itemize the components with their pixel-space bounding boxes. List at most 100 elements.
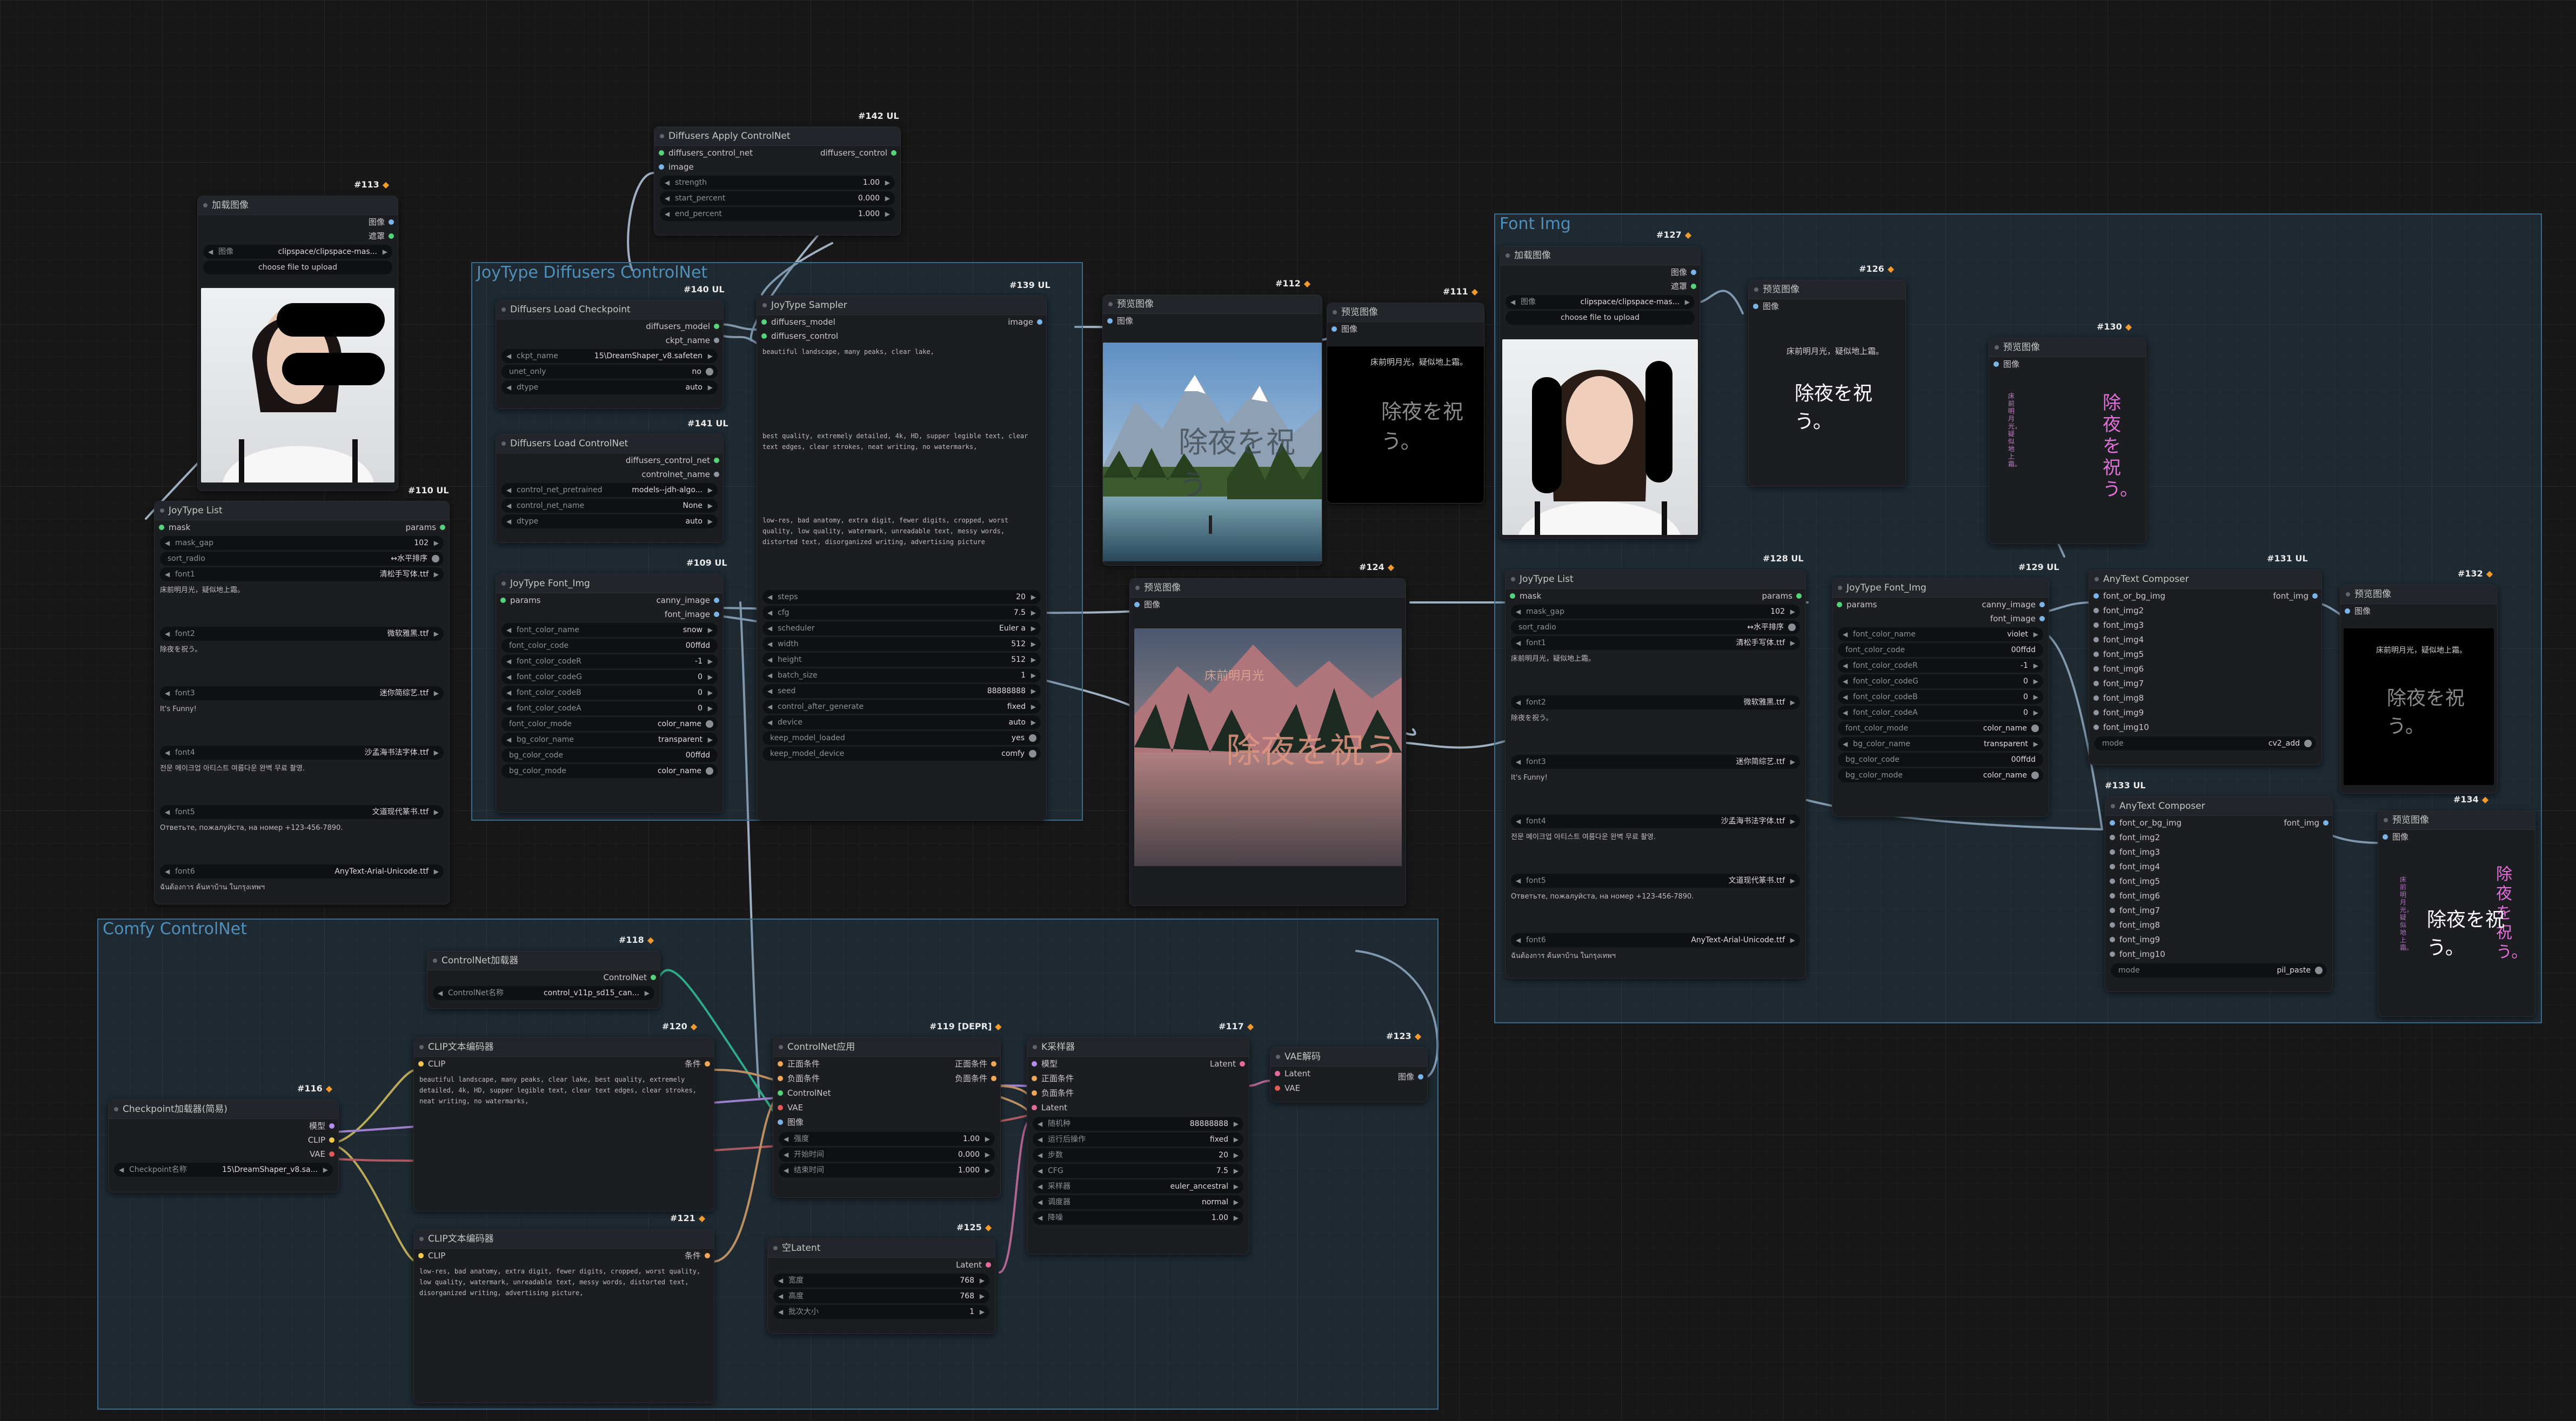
node-title[interactable]: Checkpoint加载器(简易): [109, 1100, 338, 1119]
scheduler-select[interactable]: ◀ 调度器 normal ▶: [1033, 1195, 1243, 1209]
input-diffusers-control-net[interactable]: diffusers_control_net: [654, 146, 753, 160]
node-title[interactable]: 预览图像: [1749, 280, 1905, 299]
output-vae[interactable]: VAE: [109, 1147, 338, 1161]
output-params[interactable]: params: [406, 520, 450, 534]
input-image[interactable]: 图像: [1749, 299, 1905, 313]
node-title[interactable]: 空Latent: [768, 1239, 995, 1258]
input-image[interactable]: 图像: [1989, 357, 2146, 371]
output-mask[interactable]: 遮罩: [198, 229, 398, 243]
keep-model-device-toggle[interactable]: keep_model_device comfy: [762, 747, 1041, 761]
output-positive[interactable]: 正面条件: [955, 1057, 1000, 1071]
input-font-img4[interactable]: font_img4: [2105, 860, 2332, 874]
output-latent[interactable]: Latent: [1210, 1057, 1249, 1071]
width-stepper[interactable]: ◀ 宽度 768 ▶: [773, 1273, 989, 1288]
input-font-img9[interactable]: font_img9: [2105, 933, 2332, 947]
node-title[interactable]: 预览图像: [1103, 295, 1322, 314]
font-color-code-field[interactable]: font_color_code 00ffdd: [1838, 643, 2043, 657]
node-preview-134[interactable]: 预览图像 图像 床前明月光，疑似地上霜。 除夜を祝う。 除夜を祝う。: [2378, 810, 2535, 1017]
font-color-code-field[interactable]: font_color_code 00ffdd: [501, 639, 718, 653]
output-mask[interactable]: 遮罩: [1500, 279, 1700, 293]
input-latent[interactable]: Latent: [1270, 1067, 1310, 1081]
node-title[interactable]: JoyType Font_Img: [496, 574, 723, 593]
batch-size-stepper[interactable]: ◀ 批次大小 1 ▶: [773, 1305, 989, 1319]
font2-select[interactable]: ◀ font2 微软雅黑.ttf ▶: [1511, 695, 1800, 709]
node-vae-decode-123[interactable]: VAE解码 Latent VAE 图像: [1270, 1047, 1428, 1102]
output-conditioning[interactable]: 条件: [685, 1057, 714, 1071]
font-color-codeb-stepper[interactable]: ◀ font_color_codeB 0 ▶: [501, 686, 718, 700]
cfg-stepper[interactable]: ◀ cfg 7.5 ▶: [762, 606, 1041, 620]
node-load-image-127[interactable]: 加载图像 图像 遮罩 ◀ 图像 clipspace/clipspace-mas...…: [1500, 246, 1701, 539]
font3-select[interactable]: ◀ font3 迷你简综艺.ttf ▶: [160, 686, 444, 700]
node-title[interactable]: AnyText Composer: [2105, 797, 2332, 816]
width-stepper[interactable]: ◀ width 512 ▶: [762, 637, 1041, 651]
font-color-codeb-stepper[interactable]: ◀ font_color_codeB 0 ▶: [1838, 690, 2043, 704]
output-canny-image[interactable]: canny_image: [656, 593, 723, 607]
input-font-img7[interactable]: font_img7: [2089, 676, 2321, 691]
input-diffusers-model[interactable]: diffusers_model: [757, 315, 835, 329]
dtype-select[interactable]: ◀ dtype auto ▶: [501, 380, 718, 394]
input-image[interactable]: image: [654, 160, 694, 174]
text6-field[interactable]: ฉันต้องการ ค้นหาบ้าน ในกรุงเทพฯ: [1511, 950, 1800, 972]
mode-toggle[interactable]: mode cv2_add: [2095, 736, 2316, 750]
input-font-img10[interactable]: font_img10: [2089, 720, 2321, 735]
output-canny-image[interactable]: canny_image: [1982, 598, 2049, 612]
input-image[interactable]: 图像: [2378, 830, 2535, 844]
batch-size-stepper[interactable]: ◀ batch_size 1 ▶: [762, 668, 1041, 682]
text1-field[interactable]: 床前明月光，疑似地上霜。: [160, 585, 444, 624]
node-load-image-113[interactable]: 加载图像 图像 遮罩 ◀ 图像 clipspace/clipspace-mas...…: [197, 196, 398, 491]
font-color-codeg-stepper[interactable]: ◀ font_color_codeG 0 ▶: [501, 670, 718, 684]
height-stepper[interactable]: ◀ height 512 ▶: [762, 653, 1041, 667]
font4-select[interactable]: ◀ font4 沙孟海书法字体.ttf ▶: [1511, 814, 1800, 828]
node-font-img-129[interactable]: JoyType Font_Img params canny_image font…: [1832, 578, 2049, 817]
text6-field[interactable]: ฉันต้องการ ค้นหาบ้าน ในกรุงเทพฯ: [160, 882, 444, 903]
input-vae[interactable]: VAE: [773, 1101, 803, 1115]
node-title[interactable]: VAE解码: [1270, 1048, 1427, 1067]
denoise-stepper[interactable]: ◀ 降噪 1.00 ▶: [1033, 1211, 1243, 1225]
output-diffusers-control[interactable]: diffusers_control: [820, 146, 900, 160]
bg-color-name-select[interactable]: ◀ bg_color_name transparent ▶: [501, 733, 718, 747]
input-positive[interactable]: 正面条件: [1027, 1071, 1074, 1086]
font-color-mode-toggle[interactable]: font_color_mode color_name: [501, 717, 718, 731]
seed-stepper[interactable]: ◀ seed 88888888 ▶: [762, 684, 1041, 698]
text2-field[interactable]: 除夜を祝う。: [160, 644, 444, 683]
text3-field[interactable]: It's Funny!: [1511, 772, 1800, 811]
input-image[interactable]: 图像: [2340, 604, 2497, 618]
font1-select[interactable]: ◀ font1 清松手写体.ttf ▶: [160, 567, 444, 581]
node-title[interactable]: CLIP文本编码器: [414, 1230, 714, 1249]
input-diffusers-control[interactable]: diffusers_control: [757, 329, 838, 343]
node-preview-126[interactable]: 预览图像 图像 床前明月光，疑似地上霜。 除夜を祝う。: [1748, 280, 1906, 486]
text5-field[interactable]: Ответьте, пожалуйста, на номер +123-456-…: [160, 822, 444, 861]
font-color-name-select[interactable]: ◀ font_color_name violet ▶: [1838, 627, 2043, 641]
node-anytext-composer-131[interactable]: AnyText Composer font_img font_or_bg_img…: [2089, 569, 2322, 765]
node-preview-112[interactable]: 预览图像 图像 除夜を祝う: [1102, 294, 1322, 566]
font-color-mode-toggle[interactable]: font_color_mode color_name: [1838, 721, 2043, 735]
sort-radio-toggle[interactable]: sort_radio ↔水平排序: [1511, 620, 1800, 634]
upload-button[interactable]: choose file to upload: [1506, 311, 1695, 325]
font2-select[interactable]: ◀ font2 微软雅黑.ttf ▶: [160, 627, 444, 641]
input-font-img4[interactable]: font_img4: [2089, 633, 2321, 647]
node-title[interactable]: ControlNet加载器: [427, 951, 660, 970]
steps-stepper[interactable]: ◀ steps 20 ▶: [762, 590, 1041, 604]
input-font-img8[interactable]: font_img8: [2089, 691, 2321, 706]
node-apply-controlnet-142[interactable]: Diffusers Apply ControlNet diffusers_con…: [654, 126, 901, 236]
node-title[interactable]: AnyText Composer: [2089, 570, 2321, 589]
controlnet-name-select[interactable]: ◀ ControlNet名称 control_v11p_sd15_can... ▶: [433, 986, 654, 1000]
output-image[interactable]: 图像: [1500, 265, 1700, 279]
node-title[interactable]: 预览图像: [2378, 811, 2535, 830]
text3-field[interactable]: It's Funny!: [160, 703, 444, 742]
node-checkpoint-loader-116[interactable]: Checkpoint加载器(简易) 模型 CLIP VAE ◀ Checkpoin…: [108, 1100, 339, 1192]
node-controlnet-apply-119[interactable]: ControlNet应用 正面条件 负面条件 ControlNet VAE 图像…: [773, 1037, 1001, 1198]
node-load-controlnet-141[interactable]: Diffusers Load ControlNet diffusers_cont…: [496, 434, 724, 543]
input-image[interactable]: 图像: [1103, 314, 1322, 328]
steps-stepper[interactable]: ◀ 步数 20 ▶: [1033, 1148, 1243, 1162]
prompt-textarea[interactable]: beautiful landscape, many peaks, clear l…: [762, 346, 1041, 427]
ckpt-name-select[interactable]: ◀ ckpt_name 15\DreamShaper_v8.safeten ▶: [501, 349, 718, 363]
node-preview-130[interactable]: 预览图像 图像 床前明月光，疑似地上霜。 除夜を祝う。: [1989, 338, 2146, 544]
input-font-img3[interactable]: font_img3: [2089, 618, 2321, 633]
input-font-img2[interactable]: font_img2: [2105, 830, 2332, 845]
input-font-img5[interactable]: font_img5: [2105, 874, 2332, 889]
negative-textarea[interactable]: low-res, bad anatomy, extra digit, fewer…: [762, 515, 1041, 580]
sort-radio-toggle[interactable]: sort_radio ↔水平排序: [160, 552, 444, 566]
control-after-generate-select[interactable]: ◀ 运行后操作 fixed ▶: [1033, 1132, 1243, 1147]
node-empty-latent-125[interactable]: 空Latent Latent ◀ 宽度 768 ▶ ◀ 高度 768 ▶ ◀ 批次大小 1 ▶: [767, 1238, 995, 1334]
